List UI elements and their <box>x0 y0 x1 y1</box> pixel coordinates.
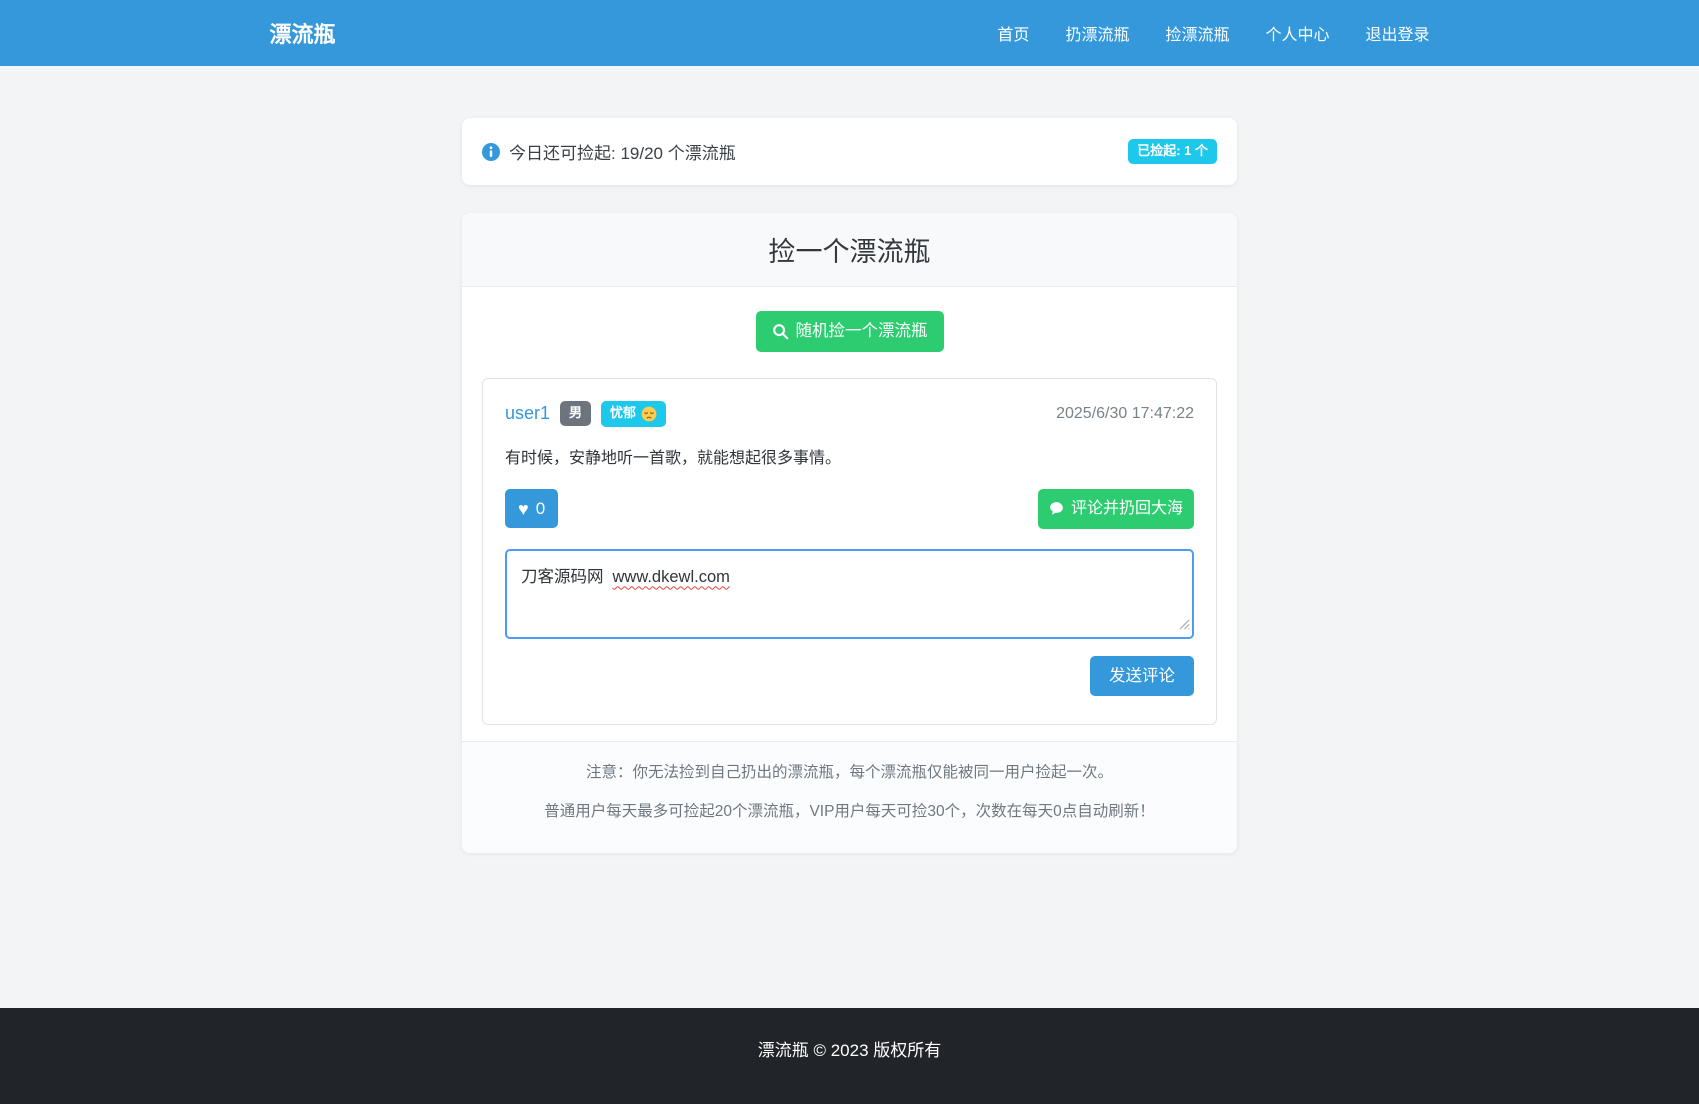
search-icon <box>772 323 789 340</box>
pick-bottle-card: 捡一个漂流瓶 随机捡一个漂流瓶 user1 男 忧郁 2025/6/30 17:… <box>462 213 1237 854</box>
chat-bubble-icon <box>1049 501 1064 516</box>
username-link[interactable]: user1 <box>505 403 550 424</box>
navbar-container: 漂流瓶 首页 扔漂流瓶 捡漂流瓶 个人中心 退出登录 <box>250 0 1450 66</box>
card-body: 随机捡一个漂流瓶 user1 男 忧郁 2025/6/30 17:47:22 有… <box>462 287 1237 741</box>
card-notes: 注意：你无法捡到自己扔出的漂流瓶，每个漂流瓶仅能被同一用户捡起一次。 普通用户每… <box>462 741 1237 854</box>
navbar: 漂流瓶 首页 扔漂流瓶 捡漂流瓶 个人中心 退出登录 <box>0 0 1699 66</box>
bottle-timestamp: 2025/6/30 17:47:22 <box>1056 404 1194 422</box>
like-count: 0 <box>535 499 546 518</box>
heart-icon: ♥ <box>518 498 529 519</box>
nav-link-home[interactable]: 首页 <box>997 21 1029 45</box>
page-footer: 漂流瓶 © 2023 版权所有 <box>0 1008 1699 1104</box>
comment-textarea[interactable]: 刀客源码网 www.dkewl.com <box>505 548 1194 639</box>
bottle-item: user1 男 忧郁 2025/6/30 17:47:22 有时候，安静地听一首… <box>482 377 1217 726</box>
note-line-2: 普通用户每天最多可捡起20个漂流瓶，VIP用户每天可捡30个，次数在每天0点自动… <box>544 803 1155 821</box>
bottle-header: user1 男 忧郁 2025/6/30 17:47:22 <box>505 400 1194 427</box>
nav-links: 首页 扔漂流瓶 捡漂流瓶 个人中心 退出登录 <box>997 21 1429 45</box>
bottle-message: 有时候，安静地听一首歌，就能想起很多事情。 <box>505 449 842 467</box>
nav-link-profile[interactable]: 个人中心 <box>1265 21 1329 45</box>
send-comment-button[interactable]: 发送评论 <box>1090 655 1194 697</box>
comment-throw-back-button[interactable]: 评论并扔回大海 <box>1037 488 1194 529</box>
note-line-1: 注意：你无法捡到自己扔出的漂流瓶，每个漂流瓶仅能被同一用户捡起一次。 <box>585 764 1113 782</box>
send-comment-row: 发送评论 <box>505 655 1194 697</box>
brand-logo[interactable]: 漂流瓶 <box>270 17 336 49</box>
card-title: 捡一个漂流瓶 <box>462 213 1237 287</box>
picked-count-badge: 已捡起: 1 个 <box>1128 139 1217 164</box>
comment-text: 刀客源码网 <box>521 567 604 586</box>
mood-label: 忧郁 <box>610 405 637 421</box>
info-circle-icon <box>482 142 500 161</box>
quota-text: 今日还可捡起: 19/20 个漂流瓶 <box>509 144 736 163</box>
comment-url-text: www.dkewl.com <box>612 567 730 586</box>
like-button[interactable]: ♥ 0 <box>505 489 559 529</box>
bottle-actions: ♥ 0 评论并扔回大海 <box>505 488 1194 529</box>
gender-badge: 男 <box>560 401 592 427</box>
copyright-text: 漂流瓶 © 2023 版权所有 <box>757 1041 942 1060</box>
comment-throw-back-label: 评论并扔回大海 <box>1070 499 1183 517</box>
quota-bar: 今日还可捡起: 19/20 个漂流瓶 已捡起: 1 个 <box>462 118 1237 185</box>
textarea-resize-handle[interactable] <box>1179 616 1190 635</box>
pensive-emoji-icon <box>641 406 657 422</box>
nav-link-pick-bottle[interactable]: 捡漂流瓶 <box>1165 21 1229 45</box>
page-content: 今日还可捡起: 19/20 个漂流瓶 已捡起: 1 个 捡一个漂流瓶 随机捡一个… <box>0 66 1699 1008</box>
nav-link-throw-bottle[interactable]: 扔漂流瓶 <box>1065 21 1129 45</box>
random-pick-label: 随机捡一个漂流瓶 <box>795 322 928 340</box>
mood-badge: 忧郁 <box>601 400 667 427</box>
random-pick-button[interactable]: 随机捡一个漂流瓶 <box>755 311 944 352</box>
quota-info: 今日还可捡起: 19/20 个漂流瓶 <box>482 139 736 164</box>
bottle-user-info: user1 男 忧郁 <box>505 400 667 427</box>
nav-link-logout[interactable]: 退出登录 <box>1365 21 1429 45</box>
